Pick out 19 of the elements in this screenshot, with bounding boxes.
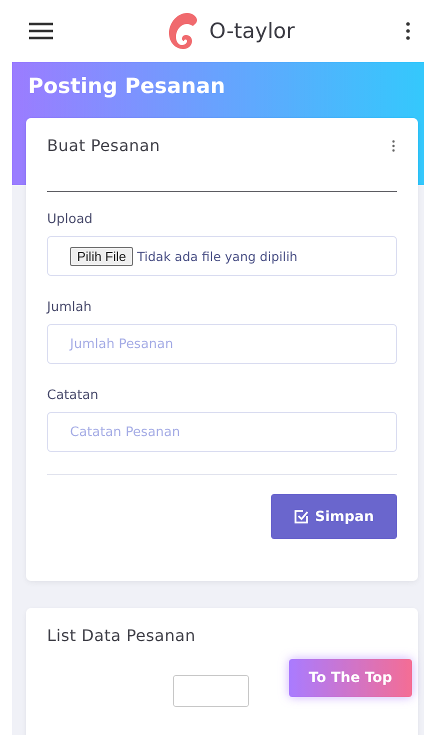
field-label: Catatan (47, 388, 100, 403)
kebab-icon (406, 22, 410, 40)
card-title: Buat Pesanan (47, 136, 160, 155)
checkbox-icon (294, 509, 310, 524)
to-the-top-button[interactable]: To The Top (289, 659, 412, 697)
field-label: Upload (47, 212, 94, 227)
save-button[interactable]: Simpan (271, 494, 397, 539)
kebab-icon (392, 140, 395, 152)
field-label: Jumlah (47, 300, 93, 315)
card-title: List Data Pesanan (47, 626, 196, 645)
input-field[interactable]: Jumlah Pesanan (47, 324, 397, 364)
choose-file-button[interactable]: Pilih File (70, 246, 134, 266)
menu-icon (28, 21, 54, 41)
card-options-button[interactable] (390, 138, 397, 154)
file-status: Tidak ada file yang dipilih (137, 248, 298, 264)
page-title: Posting Pesanan (28, 74, 226, 98)
input-field[interactable]: Catatan Pesanan (47, 412, 397, 452)
brand-name: O-taylor (209, 19, 295, 43)
more-options-button[interactable] (404, 20, 412, 42)
